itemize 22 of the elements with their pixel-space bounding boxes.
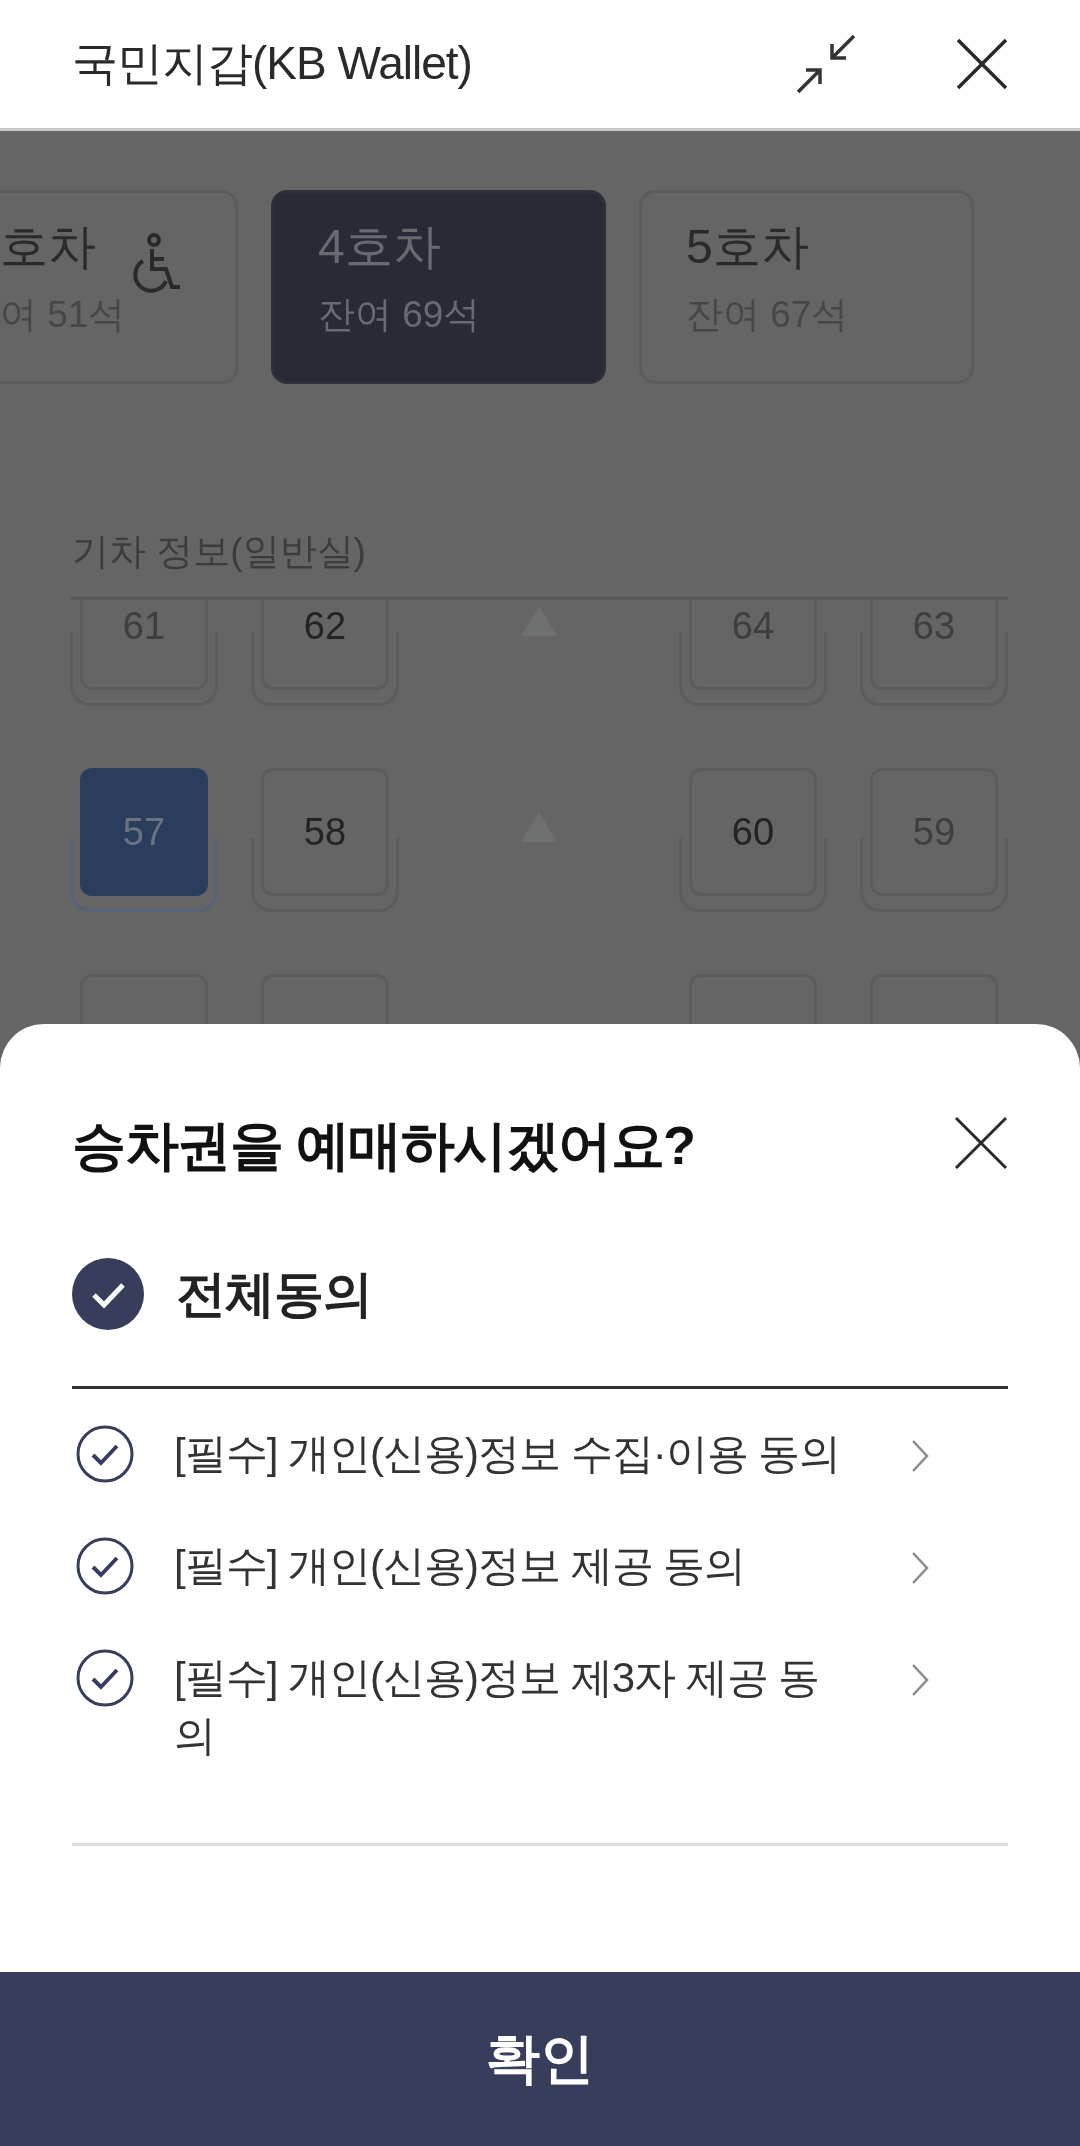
sheet-title: 승차권을 예매하시겠어요? [72,1114,695,1177]
car-number: 5호차 [686,219,809,275]
remaining-seats: 잔여 69석 [318,293,603,337]
terms-link[interactable]: [필수] 개인(신용)정보 제공 동의 [174,1537,849,1595]
confirm-button[interactable]: 확인 [0,1972,1080,2146]
car-number: 4호차 [318,219,441,275]
check-icon[interactable] [76,1537,134,1595]
check-icon[interactable] [76,1649,134,1707]
checkbox[interactable] [72,1258,144,1330]
car-tab[interactable]: 4호차 잔여 69석 [271,190,606,384]
terms-link[interactable]: [필수] 개인(신용)정보 제3자 제공 동의 [174,1649,849,1765]
agree-all-label: 전체동의 [176,1264,372,1324]
app-title: 국민지갑(KB Wallet) [72,36,473,91]
chevron-right-icon[interactable] [911,1551,929,1585]
check-icon[interactable] [76,1425,134,1483]
minimize-icon[interactable] [796,34,856,94]
chevron-right-icon[interactable] [911,1663,929,1697]
car-number: 호차 [0,219,96,275]
close-icon[interactable] [956,38,1008,90]
terms-link[interactable]: [필수] 개인(신용)정보 수집·이용 동의 [174,1425,849,1483]
chevron-right-icon[interactable] [911,1439,929,1473]
close-icon[interactable] [954,1116,1008,1170]
